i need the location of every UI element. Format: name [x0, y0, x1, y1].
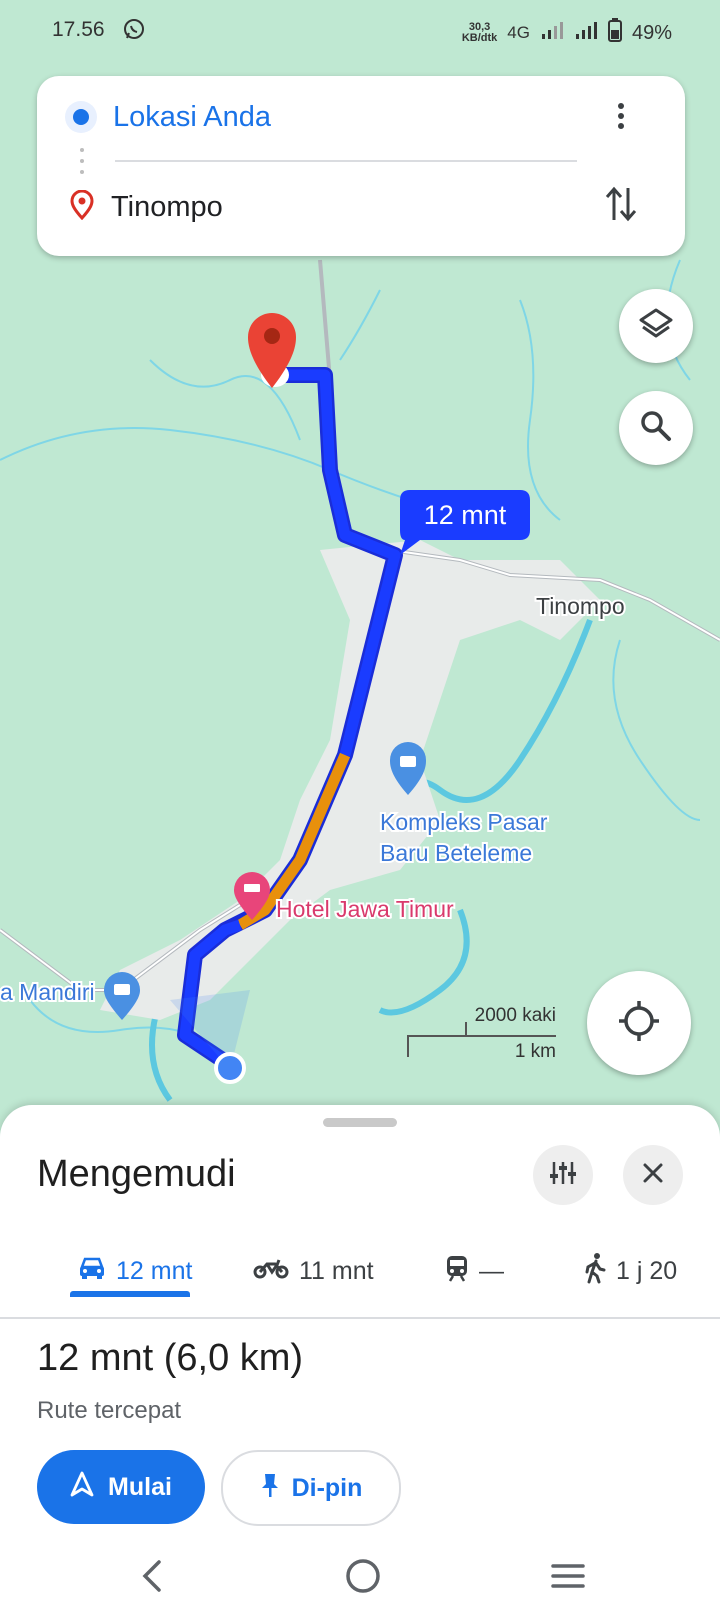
tab-walking[interactable]: 1 j 20 — [584, 1225, 677, 1317]
tab-walking-label: 1 j 20 — [616, 1256, 678, 1285]
place-label-market-line1: Kompleks Pasar — [380, 809, 548, 835]
tab-driving[interactable]: 12 mnt — [78, 1225, 192, 1317]
crosshair-icon — [617, 999, 661, 1048]
more-options-icon[interactable] — [609, 100, 633, 136]
system-nav-bar — [0, 1540, 720, 1612]
origin-text[interactable]: Lokasi Anda — [113, 101, 271, 134]
destination-text[interactable]: Tinompo — [111, 191, 223, 224]
back-icon[interactable] — [139, 1559, 165, 1598]
net-speed-unit: KB/dtk — [461, 32, 498, 44]
walk-icon — [584, 1252, 606, 1291]
network-type: 4G — [507, 23, 530, 42]
sliders-icon — [549, 1160, 577, 1191]
search-button[interactable] — [619, 391, 693, 465]
whatsapp-icon — [122, 17, 146, 46]
start-button-label: Mulai — [108, 1472, 172, 1501]
scale-metric: 1 km — [515, 1041, 556, 1062]
tab-motorcycle-label: 11 mnt — [299, 1256, 374, 1285]
menu-icon[interactable] — [551, 1562, 585, 1595]
active-tab-indicator — [70, 1291, 190, 1297]
origin-row[interactable]: Lokasi Anda — [37, 87, 271, 147]
tab-transit-label: — — [479, 1256, 504, 1285]
place-label-market-line2: Baru Beteleme — [380, 840, 532, 866]
swap-icon[interactable] — [604, 184, 638, 229]
layers-icon — [638, 306, 674, 347]
place-label-tinompo: Tinompo — [536, 593, 625, 619]
tab-driving-label: 12 mnt — [116, 1256, 193, 1285]
pin-icon — [260, 1472, 280, 1505]
card-divider — [115, 160, 577, 162]
status-time: 17.56 — [52, 18, 105, 41]
navigation-arrow-icon — [70, 1471, 94, 1504]
origin-dot-icon — [65, 101, 97, 133]
tab-transit[interactable]: — — [445, 1225, 504, 1317]
status-bar: 17.56 30,3 KB/dtk 4G 49% — [0, 0, 720, 60]
start-button[interactable]: Mulai — [37, 1450, 205, 1524]
battery-level: 49% — [631, 21, 672, 44]
scale-imperial: 2000 kaki — [475, 1005, 556, 1026]
battery-icon — [607, 18, 622, 48]
signal-icon — [540, 20, 564, 46]
route-options-button[interactable] — [533, 1145, 593, 1205]
layers-button[interactable] — [619, 289, 693, 363]
route-summary: 12 mnt (6,0 km) — [37, 1337, 304, 1379]
drag-handle[interactable] — [323, 1118, 397, 1127]
place-label-hotel: Hotel Jawa Timur — [276, 896, 454, 922]
close-icon — [642, 1162, 664, 1189]
location-pin-icon — [69, 189, 95, 225]
route-time-text: 12 mnt — [424, 500, 507, 530]
current-location-dot — [214, 1052, 246, 1084]
bottom-sheet: Mengemudi 12 mnt 11 mnt — 1 j 20 12 mnt … — [0, 1105, 720, 1612]
net-speed: 30,3 KB/dtk — [462, 22, 497, 44]
home-icon[interactable] — [345, 1558, 381, 1599]
close-button[interactable] — [623, 1145, 683, 1205]
travel-mode-tabs: 12 mnt 11 mnt — 1 j 20 — [0, 1225, 720, 1319]
train-icon — [445, 1254, 469, 1289]
search-icon — [638, 408, 674, 449]
pin-button[interactable]: Di-pin — [221, 1450, 401, 1526]
sheet-title: Mengemudi — [37, 1153, 236, 1195]
motorcycle-icon — [253, 1257, 289, 1286]
destination-row[interactable]: Tinompo — [37, 177, 223, 237]
directions-card: Lokasi Anda Tinompo — [37, 76, 685, 256]
signal-icon-2 — [574, 20, 598, 46]
pin-button-label: Di-pin — [291, 1473, 363, 1502]
route-subtitle: Rute tercepat — [37, 1397, 182, 1424]
my-location-button[interactable] — [587, 971, 691, 1075]
car-icon — [78, 1256, 106, 1287]
place-label-mandiri: a Mandiri — [0, 979, 95, 1005]
tab-motorcycle[interactable]: 11 mnt — [253, 1225, 374, 1317]
